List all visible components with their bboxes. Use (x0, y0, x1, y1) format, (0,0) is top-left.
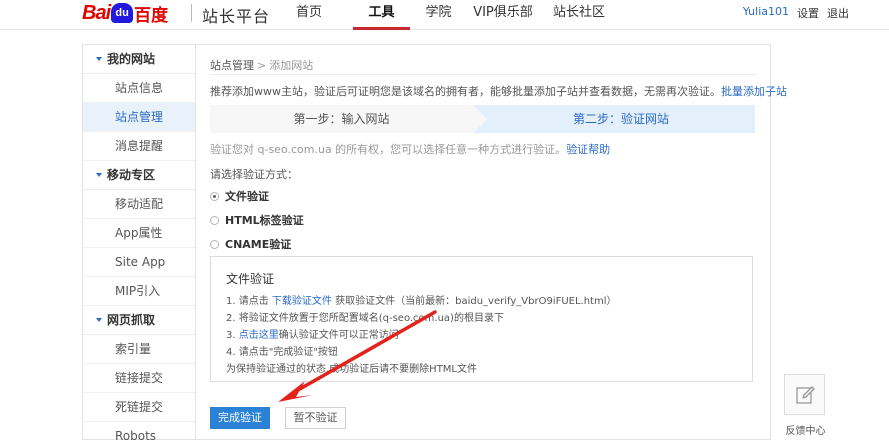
paw-icon: du (111, 3, 134, 23)
nav-community[interactable]: 站长社区 (544, 0, 614, 30)
instruction-step-2: 2. 将验证文件放置于您所配置域名(q-seo.com.ua)的根目录下 (226, 313, 504, 324)
nav-vip-club[interactable]: VIP俱乐部 (462, 0, 544, 30)
tip-text: 推荐添加www主站，验证后可证明您是该域名的拥有者，能够批量添加子站并查看数据，… (210, 83, 787, 99)
main-nav: 首页 工具 学院 VIP俱乐部 站长社区 (296, 0, 614, 30)
sidebar-group-mobile[interactable]: 移动专区 (83, 161, 195, 190)
breadcrumb-current: 添加网站 (269, 59, 314, 72)
sidebar-group-crawl[interactable]: 网页抓取 (83, 306, 195, 335)
method-label: 请选择验证方式： (210, 168, 298, 181)
verify-info: 验证您对 q-seo.com.ua 的所有权，您可以选择任意一种方式进行验证。验… (210, 141, 610, 157)
radio-label: HTML标签验证 (225, 214, 304, 227)
sidebar-item-dead-link-submit[interactable]: 死链提交 (83, 393, 195, 422)
instruction-text: 3. (226, 330, 236, 341)
top-header: Bai du 百度 站长平台 首页 工具 学院 VIP俱乐部 站长社区 Yuli… (0, 0, 889, 30)
radio-button[interactable] (210, 239, 219, 249)
settings-link[interactable]: 设置 (797, 5, 819, 21)
user-menu: Yulia101 设置 退出 (743, 5, 849, 21)
sidebar-item-site-app[interactable]: Site App (83, 248, 195, 277)
sidebar-item-mobile-adapt[interactable]: 移动适配 (83, 190, 195, 219)
sidebar-item-site-management[interactable]: 站点管理 (83, 103, 195, 132)
sidebar-item-app-attributes[interactable]: App属性 (83, 219, 195, 248)
radio-label: CNAME验证 (225, 238, 292, 251)
logo-text-baidu: 百度 (134, 5, 169, 26)
download-verify-file-link[interactable]: 下载验证文件 (272, 296, 332, 307)
complete-verify-button[interactable]: 完成验证 (210, 407, 270, 429)
nav-academy[interactable]: 学院 (410, 0, 462, 30)
edit-icon (795, 385, 815, 404)
sidebar-item-mip[interactable]: MIP引入 (83, 277, 195, 306)
sidebar-item-notifications[interactable]: 消息提醒 (83, 132, 195, 161)
divider (210, 74, 757, 75)
instruction-note: 为保持验证通过的状态,成功验证后请不要删除HTML文件 (226, 364, 478, 375)
sidebar-item-link-submit[interactable]: 链接提交 (83, 364, 195, 393)
caret-down-icon (96, 57, 102, 61)
breadcrumb-separator: > (257, 59, 267, 72)
sidebar-group-label: 移动专区 (107, 168, 156, 182)
tip-message: 推荐添加www主站，验证后可证明您是该域名的拥有者，能够批量添加子站并查看数据，… (210, 85, 721, 98)
instruction-step-4: 4. 请点击"完成验证"按钮 (226, 347, 338, 358)
caret-down-icon (96, 318, 102, 322)
sidebar-item-index-volume[interactable]: 索引量 (83, 335, 195, 364)
sidebar-item-robots[interactable]: Robots (83, 422, 195, 440)
step-2-verify-site: 第二步：验证网站 (473, 105, 755, 133)
verify-help-link[interactable]: 验证帮助 (566, 143, 610, 156)
logo-divider (191, 4, 192, 22)
radio-cname-verify[interactable]: CNAME验证 (210, 236, 291, 252)
nav-home[interactable]: 首页 (296, 0, 353, 30)
baidu-logo[interactable]: Bai du 百度 (82, 1, 169, 26)
instruction-step-1: 1. 请点击 下载验证文件 获取验证文件（当前最新：baidu_verify_V… (226, 292, 617, 307)
radio-html-tag-verify[interactable]: HTML标签验证 (210, 212, 304, 228)
instruction-step-3: 3. 点击这里确认验证文件可以正常访问 (226, 326, 399, 341)
site-name: 站长平台 (202, 7, 271, 26)
radio-label: 文件验证 (225, 190, 269, 203)
instruction-text: 确认验证文件可以正常访问 (278, 330, 399, 341)
click-here-link[interactable]: 点击这里 (239, 330, 279, 341)
skip-verify-button[interactable]: 暂不验证 (285, 407, 346, 429)
step-1-enter-site: 第一步：输入网站 (210, 105, 487, 133)
username-link[interactable]: Yulia101 (743, 5, 789, 21)
sidebar-group-label: 我的网站 (107, 52, 156, 66)
logout-link[interactable]: 退出 (827, 5, 849, 21)
radio-button[interactable] (210, 215, 219, 225)
nav-tools[interactable]: 工具 (353, 0, 410, 30)
feedback-box[interactable] (784, 374, 825, 415)
logo-text-bai: Bai (82, 1, 111, 24)
verify-info-text: 验证您对 q-seo.com.ua 的所有权，您可以选择任意一种方式进行验证。 (210, 143, 567, 156)
feedback-center[interactable]: 反馈中心 (784, 374, 827, 440)
sidebar: 我的网站 站点信息 站点管理 消息提醒 移动专区 移动适配 App属性 Site… (82, 44, 196, 440)
radio-button[interactable] (210, 191, 219, 201)
instruction-text: 获取验证文件（当前最新：baidu_verify_VbrO9iFUEL.html… (335, 296, 617, 307)
step-indicator: 第一步：输入网站 第二步：验证网站 (210, 105, 755, 133)
caret-down-icon (96, 173, 102, 177)
feedback-label: 反馈中心 (785, 426, 826, 437)
batch-add-subsites-link[interactable]: 批量添加子站 (721, 85, 787, 98)
sidebar-group-label: 网页抓取 (107, 313, 156, 327)
main-panel: 站点管理 > 添加网站 推荐添加www主站，验证后可证明您是该域名的拥有者，能够批量… (196, 44, 787, 440)
instructions-title: 文件验证 (226, 272, 275, 286)
radio-file-verify[interactable]: 文件验证 (210, 188, 269, 204)
sidebar-item-site-info[interactable]: 站点信息 (83, 74, 195, 103)
breadcrumb: 站点管理 > 添加网站 (210, 57, 313, 73)
instructions-box: 文件验证 1. 请点击 下载验证文件 获取验证文件（当前最新：baidu_ver… (210, 256, 753, 382)
instruction-text: 1. 请点击 (226, 296, 269, 307)
sidebar-group-my-sites[interactable]: 我的网站 (83, 45, 195, 74)
breadcrumb-root[interactable]: 站点管理 (210, 59, 254, 72)
